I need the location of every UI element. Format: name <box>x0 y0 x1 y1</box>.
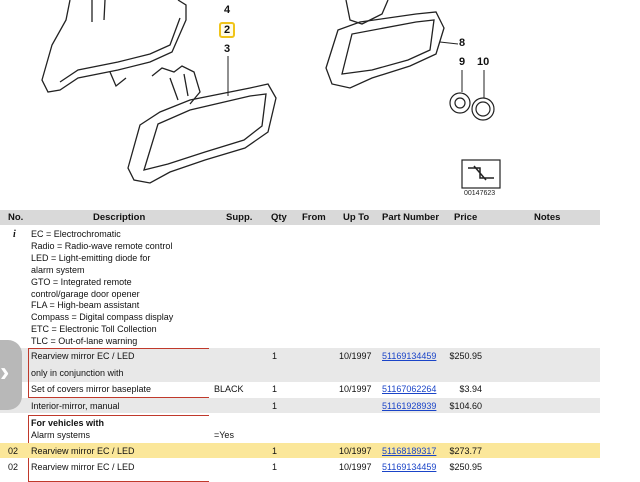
callout-label[interactable]: 9 <box>459 56 465 68</box>
note-line: FLA = High-beam assistant <box>31 300 140 311</box>
note-line: alarm system <box>31 264 85 275</box>
header-notes: Notes <box>534 212 561 223</box>
row-description: Interior-mirror, manual <box>31 401 120 411</box>
row-qty: 1 <box>272 446 278 456</box>
parts-diagram: 4 2 3 8 9 10 00147623 <box>0 0 640 210</box>
note-line: ETC = Electronic Toll Collection <box>31 324 157 335</box>
callout-label[interactable]: 10 <box>477 56 489 68</box>
mirror-illustration <box>41 0 501 189</box>
callout-label-selected[interactable]: 2 <box>219 22 236 38</box>
row-qty: 1 <box>272 384 278 394</box>
header-no: No. <box>8 212 24 223</box>
header-from: From <box>302 212 326 223</box>
row-qty: 1 <box>272 401 278 411</box>
row-price: $3.94 <box>459 384 482 394</box>
row-upto: 10/1997 <box>339 351 372 361</box>
table-header: No. Description Supp. Qty From Up To Par… <box>0 210 600 225</box>
note-line: GTO = Integrated remote <box>31 276 132 287</box>
row-supp: BLACK <box>214 384 244 394</box>
header-description: Description <box>93 212 146 223</box>
row-qty: 1 <box>272 351 278 361</box>
row-description: Rearview mirror EC / LED <box>31 446 135 456</box>
part-number-link[interactable]: 51168189317 <box>382 446 436 456</box>
part-number-link[interactable]: 51167062264 <box>382 384 436 394</box>
row-supp: =Yes <box>214 430 234 440</box>
note-line: EC = Electrochromatic <box>31 229 121 239</box>
side-panel-toggle[interactable]: › <box>0 340 22 410</box>
row-price: $104.60 <box>449 401 482 411</box>
abbreviation-notes: EC = Electrochromatic Radio = Radio-wave… <box>31 229 173 348</box>
row-description: Rearview mirror EC / LED <box>31 462 135 472</box>
header-upto: Up To <box>343 212 370 223</box>
table-row[interactable]: Interior-mirror, manual 1 51161928939 $1… <box>0 398 600 413</box>
part-number-link[interactable]: 51169134459 <box>382 462 436 472</box>
row-no: 02 <box>8 462 19 472</box>
header-price: Price <box>454 212 478 223</box>
note-line: TLC = Out-of-lane warning <box>31 336 138 347</box>
row-price: $250.95 <box>449 462 482 472</box>
info-icon: i <box>13 229 16 240</box>
header-supp: Supp. <box>226 212 253 223</box>
row-upto: 10/1997 <box>339 384 372 394</box>
note-line: LED = Light-emitting diode for <box>31 252 151 263</box>
note-line: Radio = Radio-wave remote control <box>31 240 173 251</box>
chevron-right-icon: › <box>0 356 10 387</box>
callout-label[interactable]: 8 <box>459 37 465 49</box>
part-number-link[interactable]: 51161928939 <box>382 401 436 411</box>
callout-label[interactable]: 3 <box>224 43 230 55</box>
table-row-selected[interactable]: 02 Rearview mirror EC / LED 1 10/1997 51… <box>0 443 600 458</box>
note-line: Compass = Digital compass display <box>31 312 174 323</box>
row-no: 02 <box>8 446 19 456</box>
row-qty: 1 <box>272 462 278 472</box>
row-price: $273.77 <box>449 446 482 456</box>
part-number-link[interactable]: 51169134459 <box>382 351 436 361</box>
diagram-id: 00147623 <box>464 190 496 197</box>
callout-label[interactable]: 4 <box>224 4 230 16</box>
row-price: $250.95 <box>449 351 482 361</box>
group-bracket <box>28 348 209 398</box>
note-line: control/garage door opener <box>31 288 140 299</box>
row-upto: 10/1997 <box>339 446 372 456</box>
header-qty: Qty <box>271 212 287 223</box>
row-upto: 10/1997 <box>339 462 372 472</box>
header-part-number: Part Number <box>382 212 440 223</box>
